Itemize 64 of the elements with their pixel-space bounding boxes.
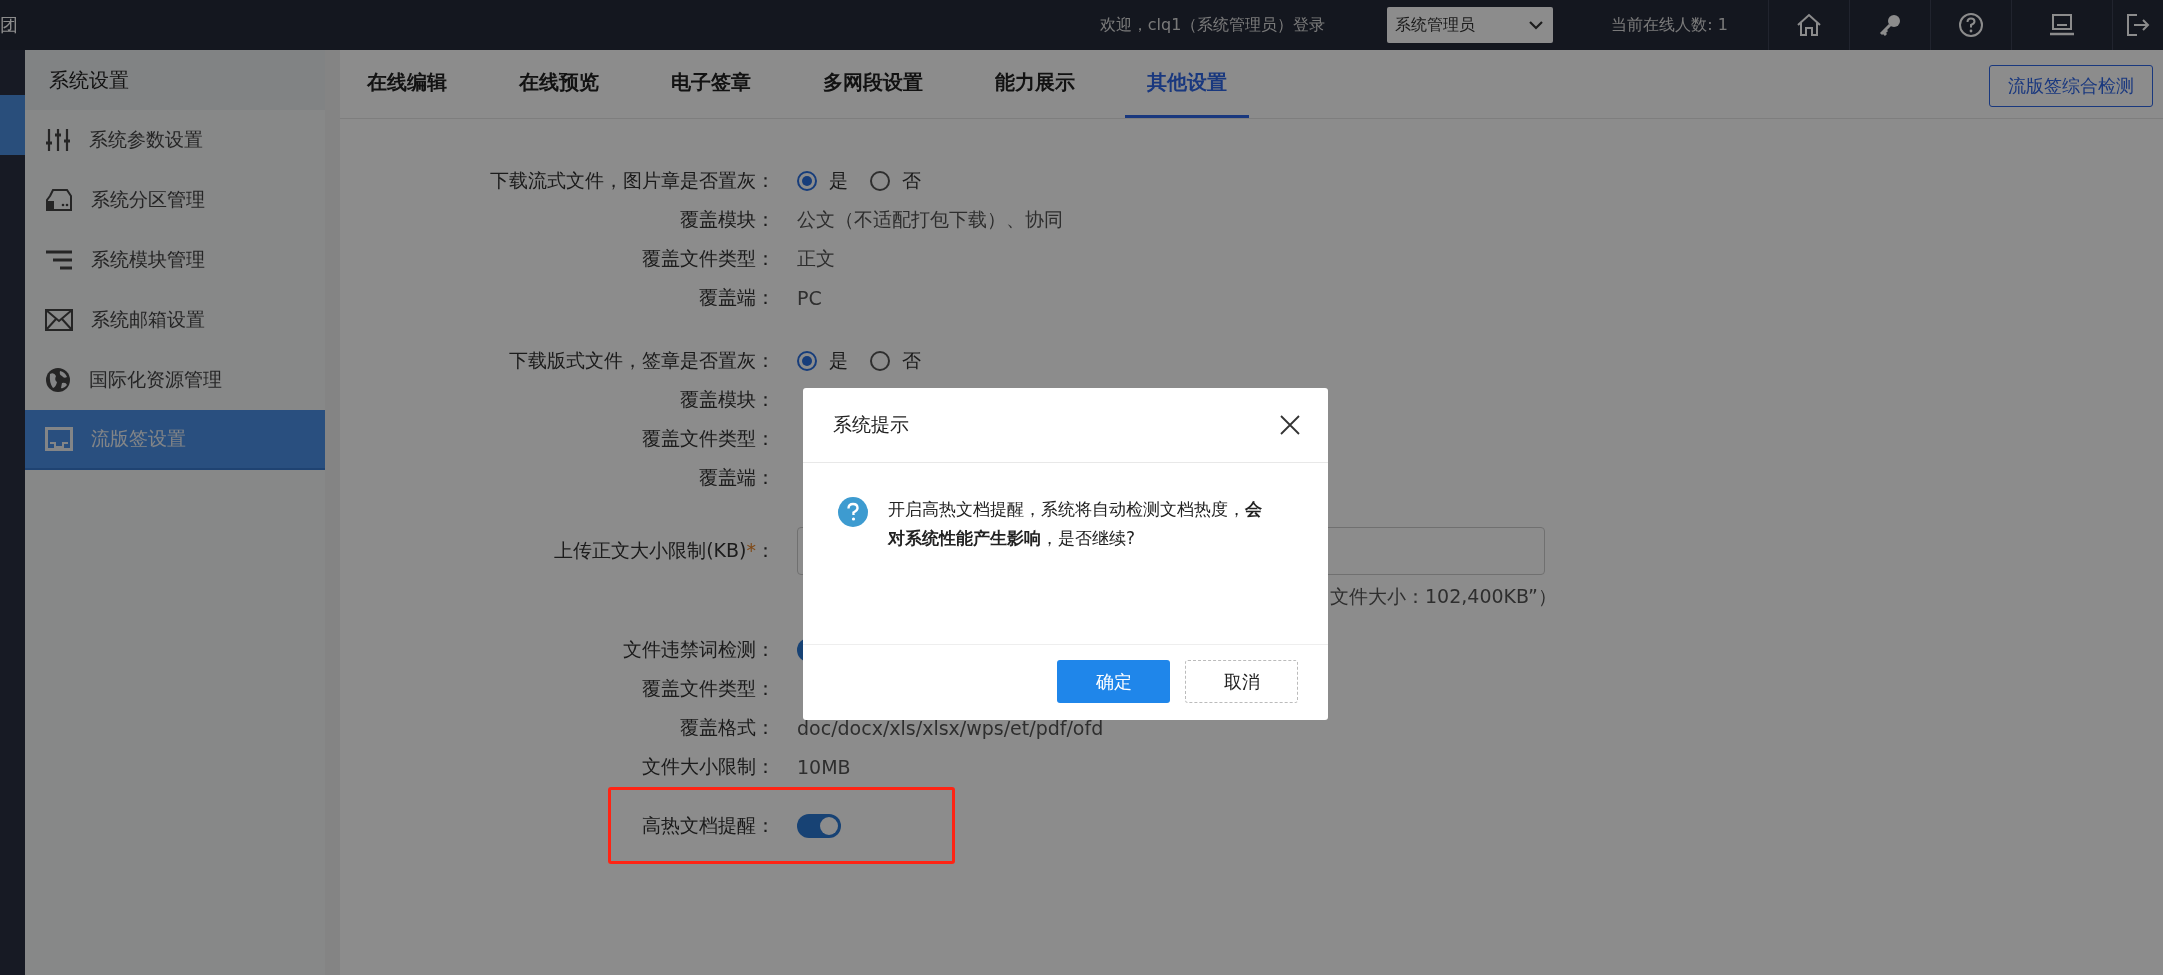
radio-option[interactable]: 否 (870, 347, 921, 374)
radio-circle[interactable] (797, 170, 817, 191)
field-label: 下载流式文件，图片章是否置灰： (490, 168, 775, 191)
help-icon[interactable] (1958, 12, 1984, 38)
toggle-switch[interactable] (797, 813, 841, 838)
field-label: 下载版式文件，签章是否置灰： (509, 348, 775, 371)
field-label: 高热文档提醒： (642, 813, 775, 836)
monitor-icon (45, 427, 73, 451)
field-value: 公文（不适配打包下载）、协同 (797, 206, 1063, 232)
sidebar-item[interactable]: 系统邮箱设置 (25, 290, 325, 350)
radio-circle[interactable] (870, 350, 890, 371)
close-icon[interactable] (1280, 415, 1300, 435)
settings-tab[interactable]: 在线编辑 (365, 50, 449, 118)
check-button[interactable]: 流版签综合检测 (1989, 65, 2153, 107)
field-value: 10MB (797, 755, 851, 778)
settings-tab[interactable]: 能力展示 (993, 50, 1077, 118)
dialog-message: 开启高热文档提醒，系统将自动检测文档热度，会对系统性能产生影响，是否继续? (888, 498, 1263, 550)
sidebar-item[interactable]: 国际化资源管理 (25, 350, 325, 410)
brand-text: 团 (0, 13, 18, 37)
welcome-text: 欢迎，clq1（系统管理员）登录 (1099, 14, 1326, 36)
field-label: 覆盖模块： (680, 207, 775, 230)
field-label: 覆盖格式： (680, 715, 775, 738)
logout-icon[interactable] (2125, 13, 2151, 37)
field-label: 覆盖文件类型： (642, 246, 775, 269)
sidebar-title: 系统设置 (49, 66, 129, 94)
field-value: doc/docx/xls/xlsx/wps/et/pdf/ofd (797, 716, 1104, 739)
field-value: PC (797, 286, 822, 309)
radio-circle[interactable] (870, 170, 890, 191)
settings-tab[interactable]: 在线预览 (517, 50, 601, 118)
confirm-button[interactable]: 确定 (1057, 660, 1170, 703)
field-label: 文件大小限制： (642, 754, 775, 777)
hint-text: 文件大小：102,400KB”） (1330, 583, 1557, 609)
field-value: 正文 (797, 245, 835, 271)
field-label: 覆盖模块： (680, 387, 775, 410)
field-label: 文件违禁词检测： (623, 637, 775, 660)
online-count: 当前在线人数: 1 (1611, 14, 1728, 36)
field-label: 覆盖文件类型： (642, 676, 775, 699)
mail-icon (45, 309, 73, 331)
radio-option[interactable]: 是 (797, 347, 848, 374)
field-label: 覆盖端： (699, 285, 775, 308)
field-label: 上传正文大小限制(KB)*： (554, 539, 775, 561)
radio-option[interactable]: 是 (797, 167, 848, 194)
settings-tab[interactable]: 多网段设置 (821, 50, 925, 118)
list-lines-icon (45, 250, 73, 270)
globe-icon (45, 367, 71, 393)
role-select[interactable]: 系统管理员 (1387, 7, 1554, 43)
question-icon (838, 497, 868, 527)
cancel-button[interactable]: 取消 (1185, 660, 1298, 703)
drive-icon (45, 188, 73, 212)
sliders-icon (45, 128, 71, 152)
sidebar-item[interactable]: 系统参数设置 (25, 110, 325, 170)
radio-option[interactable]: 否 (870, 167, 921, 194)
caret-icon (1529, 20, 1544, 30)
settings-tab[interactable]: 电子签章 (669, 50, 753, 118)
key-icon[interactable] (1878, 13, 1902, 37)
sidebar-item[interactable]: 系统模块管理 (25, 230, 325, 290)
settings-tab[interactable]: 其他设置 (1125, 50, 1249, 118)
field-label: 覆盖文件类型： (642, 426, 775, 449)
monitor-icon[interactable] (2049, 13, 2075, 37)
sidebar-item[interactable]: 系统分区管理 (25, 170, 325, 230)
dialog-title: 系统提示 (833, 412, 909, 437)
radio-circle[interactable] (797, 350, 817, 371)
field-label: 覆盖端： (699, 465, 775, 488)
home-icon[interactable] (1796, 13, 1822, 37)
